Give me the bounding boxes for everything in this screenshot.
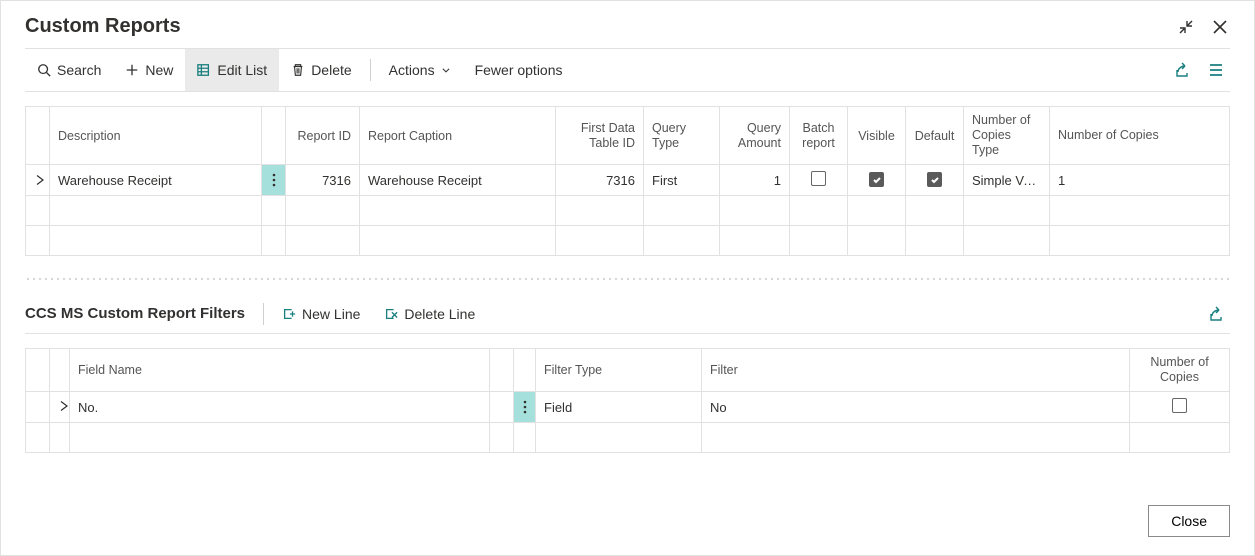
collapse-icon[interactable] <box>1176 17 1196 37</box>
list-view-icon[interactable] <box>1206 60 1226 80</box>
search-label: Search <box>57 62 101 78</box>
search-button[interactable]: Search <box>25 49 113 91</box>
share-icon[interactable] <box>1206 304 1226 324</box>
actions-label: Actions <box>389 62 435 78</box>
table-row[interactable]: No. Field No <box>26 392 1230 423</box>
fewer-options-label: Fewer options <box>475 62 563 78</box>
cell-filter-type[interactable]: Field <box>536 392 702 423</box>
share-icon[interactable] <box>1172 60 1192 80</box>
filters-toolbar: CCS MS Custom Report Filters New Line De… <box>25 294 1230 334</box>
cell-default[interactable] <box>906 165 964 196</box>
cell-report-caption[interactable]: Warehouse Receipt <box>360 165 556 196</box>
new-line-button[interactable]: New Line <box>270 294 372 333</box>
cell-num-copies[interactable]: 1 <box>1050 165 1230 196</box>
col-num-copies-type[interactable]: Number of Copies Type <box>964 107 1050 165</box>
col-batch-report[interactable]: Batch report <box>790 107 848 165</box>
search-icon <box>37 63 51 77</box>
edit-list-button[interactable]: Edit List <box>185 49 279 91</box>
delete-label: Delete <box>311 62 351 78</box>
col-field-name[interactable]: Field Name <box>70 349 490 392</box>
col-visible[interactable]: Visible <box>848 107 906 165</box>
cell-report-id[interactable]: 7316 <box>286 165 360 196</box>
section-divider <box>25 278 1230 280</box>
cell-query-amount[interactable]: 1 <box>720 165 790 196</box>
actions-button[interactable]: Actions <box>377 49 463 91</box>
col-default[interactable]: Default <box>906 107 964 165</box>
row-selector-icon[interactable] <box>50 392 70 423</box>
col-report-caption[interactable]: Report Caption <box>360 107 556 165</box>
page-title: Custom Reports <box>25 15 181 38</box>
cell-batch-report[interactable] <box>790 165 848 196</box>
col-first-data-table-id[interactable]: First Data Table ID <box>556 107 644 165</box>
toolbar-separator <box>263 303 264 325</box>
edit-list-icon <box>197 63 211 77</box>
close-icon[interactable] <box>1210 17 1230 37</box>
cell-filter[interactable]: No <box>702 392 1130 423</box>
row-menu-button[interactable] <box>514 392 536 423</box>
cell-field-name[interactable]: No. <box>70 392 490 423</box>
col-filter-type[interactable]: Filter Type <box>536 349 702 392</box>
table-row[interactable] <box>26 196 1230 226</box>
delete-line-button[interactable]: Delete Line <box>372 294 487 333</box>
plus-icon <box>125 63 139 77</box>
main-toolbar: Search New Edit List Delete <box>25 48 1230 92</box>
col-query-type[interactable]: Query Type <box>644 107 720 165</box>
cell-visible[interactable] <box>848 165 906 196</box>
col-report-id[interactable]: Report ID <box>286 107 360 165</box>
new-line-label: New Line <box>302 306 360 322</box>
col-query-amount[interactable]: Query Amount <box>720 107 790 165</box>
new-line-icon <box>282 307 296 321</box>
cell-num-copies-type[interactable]: Simple Value <box>964 165 1050 196</box>
table-row[interactable]: Warehouse Receipt 7316 Warehouse Receipt… <box>26 165 1230 196</box>
table-row[interactable] <box>26 423 1230 453</box>
cell-description[interactable]: Warehouse Receipt <box>50 165 262 196</box>
toolbar-separator <box>370 59 371 81</box>
col-num-copies[interactable]: Number of Copies <box>1130 349 1230 392</box>
col-filter[interactable]: Filter <box>702 349 1130 392</box>
cell-query-type[interactable]: First <box>644 165 720 196</box>
trash-icon <box>291 63 305 77</box>
edit-list-label: Edit List <box>217 62 267 78</box>
filters-title: CCS MS Custom Report Filters <box>25 305 257 322</box>
close-button[interactable]: Close <box>1148 505 1230 537</box>
cell-num-copies[interactable] <box>1130 392 1230 423</box>
new-button[interactable]: New <box>113 49 185 91</box>
cell-first-data-table-id[interactable]: 7316 <box>556 165 644 196</box>
filters-table: Field Name Filter Type Filter Number of … <box>25 348 1230 453</box>
delete-button[interactable]: Delete <box>279 49 363 91</box>
row-selector-icon[interactable] <box>26 165 50 196</box>
fewer-options-button[interactable]: Fewer options <box>463 49 575 91</box>
col-description[interactable]: Description <box>50 107 262 165</box>
new-label: New <box>145 62 173 78</box>
chevron-down-icon <box>441 62 451 78</box>
row-menu-button[interactable] <box>262 165 286 196</box>
col-num-copies[interactable]: Number of Copies <box>1050 107 1230 165</box>
delete-line-icon <box>384 307 398 321</box>
delete-line-label: Delete Line <box>404 306 475 322</box>
reports-table: Description Report ID Report Caption Fir… <box>25 106 1230 256</box>
table-row[interactable] <box>26 226 1230 256</box>
